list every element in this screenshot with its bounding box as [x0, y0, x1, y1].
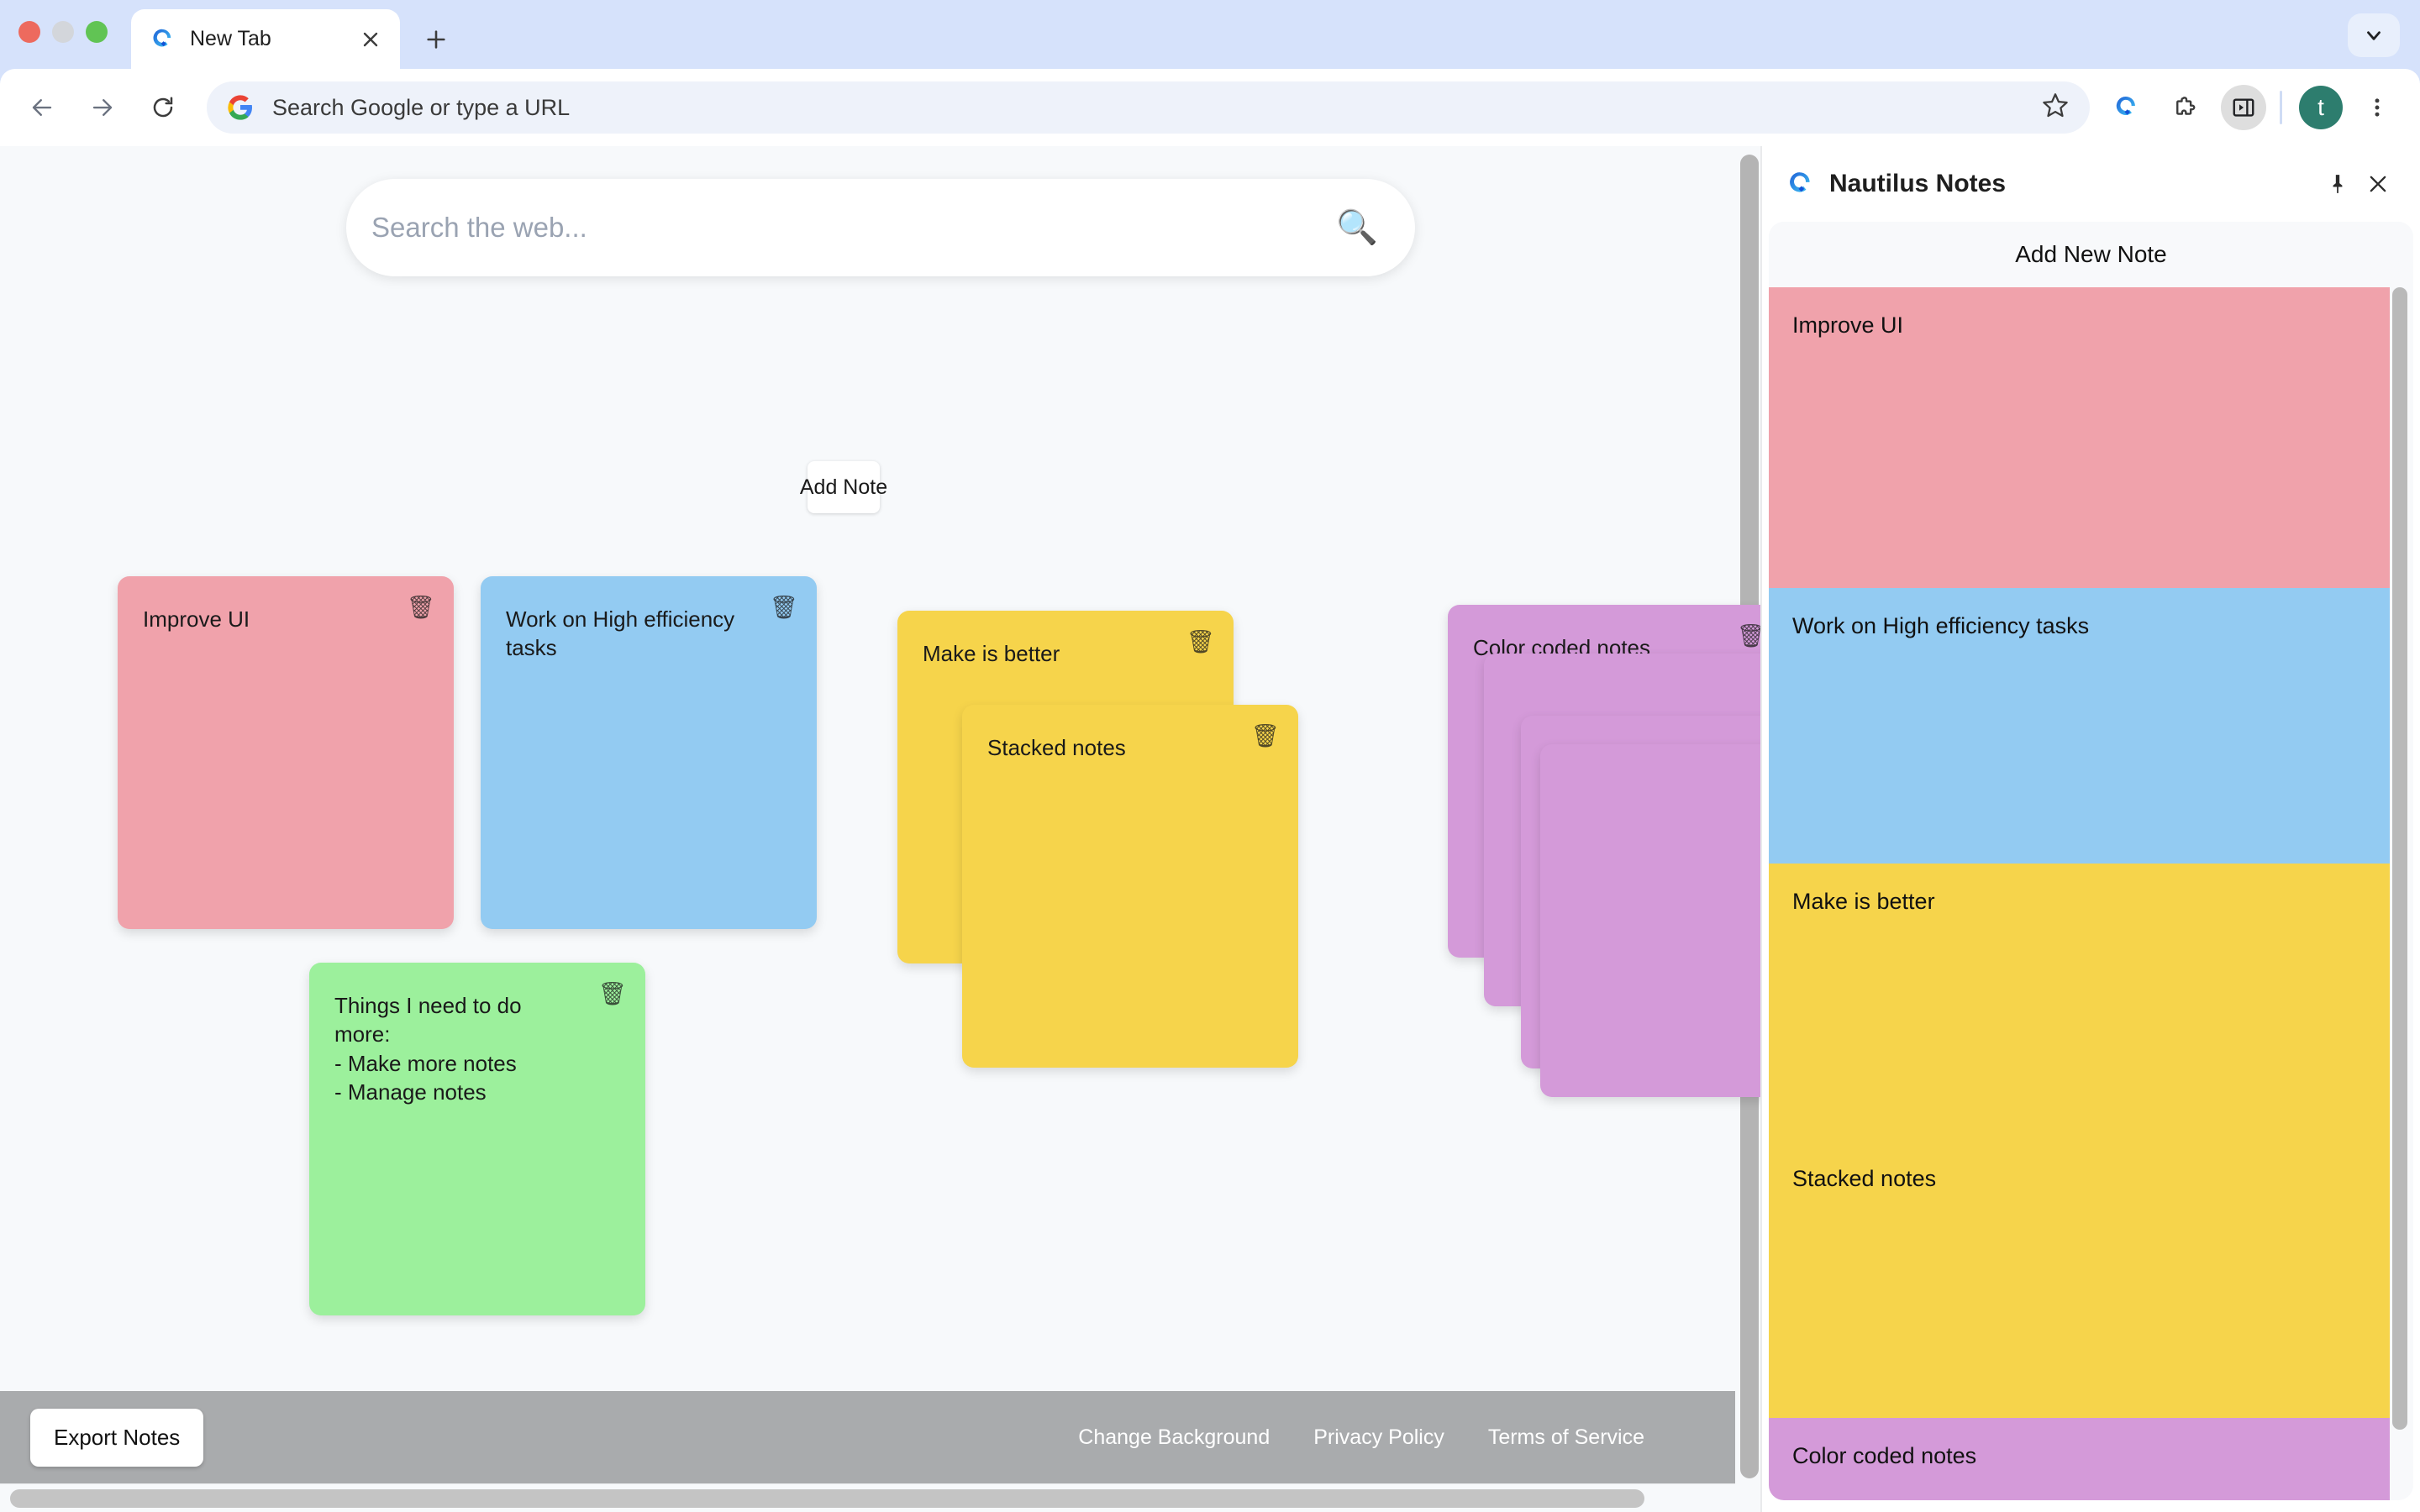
star-icon[interactable] [2041, 91, 2075, 124]
side-panel-note[interactable]: Make is better [1769, 864, 2390, 1141]
new-tab-button[interactable] [418, 21, 455, 58]
sticky-note[interactable]: Improve UI🗑 [118, 576, 454, 929]
browser-viewport: Search the web... 🔍 Add Note Improve UI🗑… [0, 146, 2420, 1512]
side-panel-header: Nautilus Notes [1762, 146, 2420, 222]
browser-tab[interactable]: New Tab [131, 9, 400, 69]
add-note-button[interactable]: Add Note [808, 461, 880, 513]
footer-link[interactable]: Change Background [1078, 1425, 1270, 1450]
page-horizontal-scrollbar[interactable] [0, 1483, 1735, 1512]
sticky-note-text[interactable]: Improve UI [143, 605, 429, 633]
sticky-note-text[interactable]: Work on High efficiency tasks [506, 605, 792, 663]
address-bar[interactable]: Search Google or type a URL [207, 81, 2090, 134]
pin-icon[interactable] [2317, 164, 2358, 204]
side-panel-note-list: Improve UIWork on High efficiency tasksM… [1769, 287, 2390, 1500]
chevron-down-icon[interactable] [2348, 13, 2400, 57]
export-notes-button[interactable]: Export Notes [30, 1409, 203, 1467]
sticky-note-text[interactable]: Things I need to do more: - Make more no… [334, 991, 620, 1106]
trash-icon[interactable]: 🗑 [407, 596, 435, 619]
trash-icon[interactable]: 🗑 [770, 596, 798, 619]
sticky-note[interactable]: Things I need to do more: - Make more no… [309, 963, 645, 1315]
puzzle-icon[interactable] [2162, 85, 2207, 130]
reload-icon[interactable] [139, 84, 187, 131]
sticky-note[interactable]: Stacked notes🗑 [962, 705, 1298, 1068]
avatar[interactable]: t [2299, 86, 2343, 129]
window-controls [18, 21, 108, 43]
page-footer: Export Notes Change Background Privacy Po… [0, 1391, 1735, 1483]
sticky-note[interactable]: Work on High efficiency tasks🗑 [481, 576, 817, 929]
footer-link[interactable]: Terms of Service [1488, 1425, 1644, 1450]
nautilus-logo-icon [1786, 170, 1814, 198]
add-new-note-button[interactable]: Add New Note [1769, 222, 2413, 287]
browser-toolbar: Search Google or type a URL [0, 69, 2420, 146]
side-panel-body: Add New Note Improve UIWork on High effi… [1769, 222, 2413, 1500]
maximize-window-button[interactable] [86, 21, 108, 43]
close-icon[interactable] [356, 25, 385, 54]
side-panel-note[interactable]: Work on High efficiency tasks [1769, 588, 2390, 864]
trash-icon[interactable]: 🗑 [1737, 625, 1760, 648]
tab-strip: New Tab [0, 0, 2420, 69]
trash-icon[interactable]: 🗑 [1251, 725, 1280, 748]
nautilus-extension-icon[interactable] [2103, 85, 2149, 130]
google-g-icon [227, 94, 254, 121]
address-bar-placeholder: Search Google or type a URL [272, 95, 2041, 121]
back-arrow-icon[interactable] [18, 84, 66, 131]
sticky-note[interactable]: 🗑 [1540, 744, 1760, 1097]
side-panel-icon[interactable] [2221, 85, 2266, 130]
side-panel-title: Nautilus Notes [1829, 170, 2317, 198]
side-panel-scroll-thumb[interactable] [2392, 287, 2407, 1430]
trash-icon[interactable]: 🗑 [598, 983, 627, 1005]
forward-arrow-icon[interactable] [79, 84, 126, 131]
browser-window: New Tab [0, 0, 2420, 1512]
three-dot-menu-icon[interactable] [2354, 85, 2400, 130]
footer-links: Change Background Privacy Policy Terms of … [1078, 1425, 1644, 1450]
side-panel-note[interactable]: Color coded notes [1769, 1418, 2390, 1500]
side-panel-scrollbar[interactable] [2390, 287, 2410, 1497]
sticky-note-text[interactable]: Stacked notes [987, 733, 1273, 762]
nautilus-logo-icon [150, 27, 175, 52]
footer-link[interactable]: Privacy Policy [1313, 1425, 1444, 1450]
page-content: Search the web... 🔍 Add Note Improve UI🗑… [0, 146, 1760, 1512]
magnifier-icon[interactable]: 🔍 [1336, 211, 1378, 244]
side-panel-note[interactable]: Stacked notes [1769, 1141, 2390, 1418]
side-panel: Nautilus Notes Add New Note Improve UIWo… [1760, 146, 2420, 1512]
close-window-button[interactable] [18, 21, 40, 43]
side-panel-note[interactable]: Improve UI [1769, 287, 2390, 588]
trash-icon[interactable]: 🗑 [1186, 631, 1215, 654]
minimize-window-button[interactable] [52, 21, 74, 43]
web-search-placeholder: Search the web... [371, 212, 1336, 244]
close-icon[interactable] [2358, 164, 2398, 204]
tab-title: New Tab [190, 27, 356, 51]
horizontal-scroll-thumb[interactable] [10, 1489, 1644, 1508]
toolbar-divider [2280, 91, 2282, 124]
web-search-box[interactable]: Search the web... 🔍 [346, 179, 1415, 276]
sticky-note-text[interactable]: Make is better [923, 639, 1208, 668]
